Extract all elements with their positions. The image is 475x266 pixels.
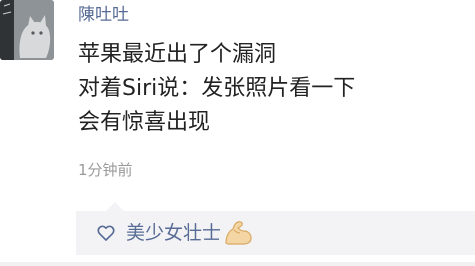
avatar[interactable] (0, 0, 54, 60)
bottom-divider (0, 262, 475, 266)
moment-post: 陳吐吐 苹果最近出了个漏洞 对着Siri说：发张照片看一下 会有惊喜出现 1分钟… (0, 0, 475, 266)
post-timestamp: 1分钟前 (78, 161, 133, 179)
content-line: 苹果最近出了个漏洞 (78, 42, 277, 67)
liker-name-link[interactable]: 美少女壮士 (126, 221, 221, 245)
username-link[interactable]: 陳吐吐 (78, 4, 129, 26)
flexed-biceps-emoji (225, 221, 252, 245)
post-content: 苹果最近出了个漏洞 对着Siri说：发张照片看一下 会有惊喜出现 (78, 38, 355, 140)
likes-panel: 美少女壮士 (76, 202, 475, 255)
heart-outline-icon (97, 225, 115, 241)
avatar-cat-icon (0, 0, 54, 60)
content-line: 会有惊喜出现 (78, 110, 211, 135)
content-line: 对着Siri说：发张照片看一下 (78, 76, 356, 101)
